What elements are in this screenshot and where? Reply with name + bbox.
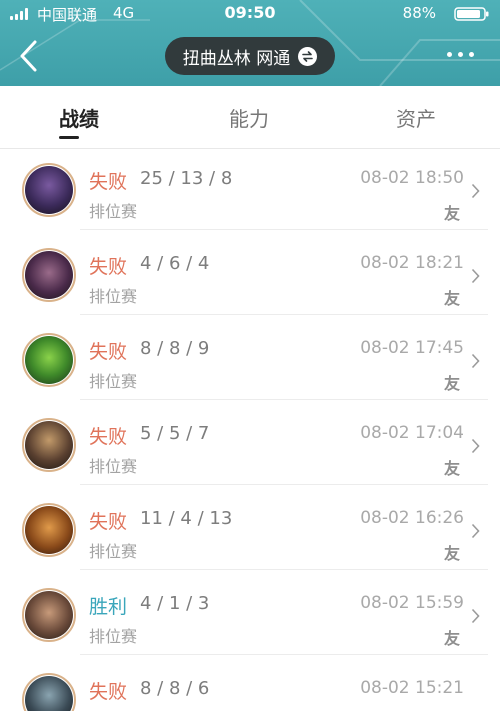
tab-ability[interactable]: 能力 [229, 103, 269, 132]
friend-badge: 友 [443, 374, 460, 393]
match-row[interactable]: 胜利 4 / 1 / 3 排位赛 08-02 15:59 友 [0, 570, 500, 655]
match-kda: 25 / 13 / 8 [140, 168, 233, 189]
match-result: 失败 [89, 426, 128, 448]
friend-badge: 友 [443, 629, 460, 648]
match-kda: 5 / 5 / 7 [140, 423, 210, 444]
match-result: 失败 [89, 171, 128, 193]
champion-avatar [22, 673, 76, 711]
status-bar: 中国联通 4G 09:50 88% [0, 0, 500, 28]
match-time: 08-02 18:21 [360, 253, 464, 273]
match-result: 失败 [89, 511, 128, 533]
match-mode: 排位赛 [89, 457, 138, 476]
match-list: 失败 25 / 13 / 8 排位赛 08-02 18:50 友 失败 4 / … [0, 149, 500, 711]
match-row[interactable]: 失败 8 / 8 / 9 排位赛 08-02 17:45 友 [0, 315, 500, 400]
active-tab-indicator [59, 136, 79, 139]
match-kda: 11 / 4 / 13 [140, 508, 233, 529]
chevron-right-icon [471, 183, 480, 199]
chevron-right-icon [471, 438, 480, 454]
friend-badge: 友 [443, 204, 460, 223]
match-mode: 排位赛 [89, 372, 138, 391]
match-result: 失败 [89, 341, 128, 363]
match-time: 08-02 17:04 [360, 423, 464, 443]
chevron-right-icon [471, 523, 480, 539]
match-mode: 排位赛 [89, 287, 138, 306]
match-time: 08-02 17:45 [360, 338, 464, 358]
champion-avatar [22, 333, 76, 387]
server-selector[interactable]: 扭曲丛林 网通 [165, 37, 335, 75]
friend-badge: 友 [443, 289, 460, 308]
chevron-right-icon [471, 608, 480, 624]
champion-avatar [22, 503, 76, 557]
chevron-right-icon [471, 353, 480, 369]
match-row[interactable]: 失败 25 / 13 / 8 排位赛 08-02 18:50 友 [0, 149, 500, 230]
match-row[interactable]: 失败 8 / 8 / 6 08-02 15:21 [0, 655, 500, 711]
match-time: 08-02 15:59 [360, 593, 464, 613]
app-header: 中国联通 4G 09:50 88% 扭曲丛林 网通 [0, 0, 500, 86]
match-row[interactable]: 失败 5 / 5 / 7 排位赛 08-02 17:04 友 [0, 400, 500, 485]
match-row[interactable]: 失败 4 / 6 / 4 排位赛 08-02 18:21 友 [0, 230, 500, 315]
battery-icon [454, 7, 489, 21]
champion-avatar [22, 248, 76, 302]
chevron-right-icon [471, 268, 480, 284]
champion-avatar [22, 163, 76, 217]
server-title: 扭曲丛林 网通 [182, 48, 291, 69]
match-time: 08-02 18:50 [360, 168, 464, 188]
match-result: 失败 [89, 681, 128, 703]
match-row[interactable]: 失败 11 / 4 / 13 排位赛 08-02 16:26 友 [0, 485, 500, 570]
match-kda: 8 / 8 / 6 [140, 678, 210, 699]
friend-badge: 友 [443, 544, 460, 563]
match-result: 失败 [89, 256, 128, 278]
more-options-icon[interactable] [447, 52, 474, 57]
tab-bar: 战绩 能力 资产 [0, 86, 500, 149]
tab-assets[interactable]: 资产 [396, 103, 436, 132]
champion-avatar [22, 588, 76, 642]
back-arrow-icon[interactable] [15, 38, 45, 74]
match-mode: 排位赛 [89, 202, 138, 221]
match-mode: 排位赛 [89, 627, 138, 646]
tab-record[interactable]: 战绩 [59, 103, 99, 132]
match-kda: 8 / 8 / 9 [140, 338, 210, 359]
champion-avatar [22, 418, 76, 472]
match-time: 08-02 15:21 [360, 678, 464, 698]
match-kda: 4 / 1 / 3 [140, 593, 210, 614]
swap-icon [298, 46, 318, 66]
friend-badge: 友 [443, 459, 460, 478]
match-kda: 4 / 6 / 4 [140, 253, 210, 274]
match-result: 胜利 [89, 596, 128, 618]
match-mode: 排位赛 [89, 542, 138, 561]
battery-percent: 88% [402, 4, 436, 22]
match-time: 08-02 16:26 [360, 508, 464, 528]
